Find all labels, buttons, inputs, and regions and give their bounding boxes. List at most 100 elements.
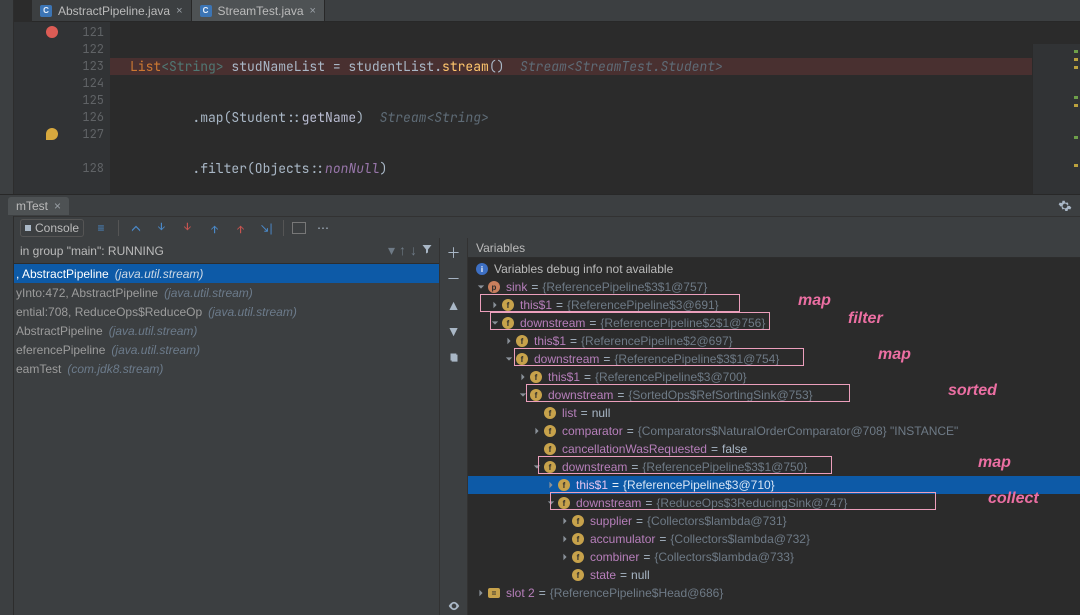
variable-value: {ReferencePipeline$3$1@757} <box>542 280 707 294</box>
code-area[interactable]: List<String> studNameList = studentList.… <box>110 22 1080 194</box>
remove-watch-icon[interactable]: － <box>445 270 463 288</box>
variables-tree[interactable]: i Variables debug info not available psi… <box>468 258 1080 604</box>
variable-row[interactable]: =slot 2 = {ReferencePipeline$Head@686} <box>468 584 1080 602</box>
annotation-label: map <box>798 292 831 310</box>
field-icon: f <box>544 407 556 419</box>
variable-name: state <box>590 568 616 582</box>
variable-name: slot 2 <box>506 586 535 600</box>
variables-title: Variables <box>468 238 1080 258</box>
annotation-label: map <box>878 346 911 364</box>
close-icon[interactable]: × <box>176 5 182 17</box>
field-icon: f <box>502 299 514 311</box>
dropdown-chevron-icon[interactable]: ▾ <box>388 242 395 259</box>
twisty-placeholder <box>532 408 542 418</box>
chevron-right-icon[interactable] <box>560 534 570 544</box>
console-button[interactable]: Console <box>20 219 84 237</box>
variable-value: {SortedOps$RefSortingSink@753} <box>628 388 812 402</box>
chevron-down-icon[interactable] <box>518 390 528 400</box>
next-frame-icon[interactable]: ↓ <box>410 242 417 259</box>
debug-window-header: mTest × <box>0 194 1080 216</box>
variable-value: {ReferencePipeline$3$1@754} <box>614 352 779 366</box>
variable-value: {ReferencePipeline$2@697} <box>581 334 733 348</box>
threads-icon[interactable]: ≡ <box>92 219 110 237</box>
stack-frame[interactable]: AbstractPipeline (java.util.stream) <box>14 321 439 340</box>
stack-frame[interactable]: eferencePipeline (java.util.stream) <box>14 340 439 359</box>
field-icon: f <box>544 443 556 455</box>
move-up-icon[interactable]: ▲ <box>445 296 463 314</box>
filter-icon[interactable] <box>421 242 433 259</box>
variable-row[interactable]: fcombiner = {Collectors$lambda@733} <box>468 548 1080 566</box>
drop-frame-icon[interactable] <box>231 219 249 237</box>
variable-row[interactable]: fthis$1 = {ReferencePipeline$2@697} <box>468 332 1080 350</box>
field-icon: f <box>558 497 570 509</box>
evaluate-expression-icon[interactable] <box>292 222 306 234</box>
chevron-down-icon[interactable] <box>546 498 556 508</box>
tab-streamtest[interactable]: C StreamTest.java × <box>192 0 325 21</box>
chevron-right-icon[interactable] <box>504 336 514 346</box>
error-stripe-minimap[interactable] <box>1032 44 1080 194</box>
stack-frame[interactable]: ential:708, ReduceOps$ReduceOp (java.uti… <box>14 302 439 321</box>
variable-name: downstream <box>520 316 585 330</box>
stack-frame[interactable]: , AbstractPipeline (java.util.stream) <box>14 264 439 283</box>
trace-current-stream-chain-icon[interactable]: ⋯ <box>314 219 332 237</box>
run-to-cursor-icon[interactable]: ↘| <box>257 219 275 237</box>
variable-row[interactable]: fthis$1 = {ReferencePipeline$3@691} <box>468 296 1080 314</box>
frames-panel: in group "main": RUNNING ▾ ↑ ↓ , Abstrac… <box>0 238 440 615</box>
variable-value: null <box>631 568 650 582</box>
variable-row[interactable]: fdownstream = {ReferencePipeline$2$1@756… <box>468 314 1080 332</box>
variable-name: cancellationWasRequested <box>562 442 707 456</box>
new-watch-icon[interactable]: ＋ <box>445 244 463 262</box>
move-down-icon[interactable]: ▼ <box>445 322 463 340</box>
code-editor[interactable]: 121 122 123 124 125 126 127 128 List<Str… <box>14 22 1080 194</box>
line-gutter[interactable]: 121 122 123 124 125 126 127 128 <box>14 22 110 194</box>
variable-row[interactable]: fcomparator = {Comparators$NaturalOrderC… <box>468 422 1080 440</box>
gear-icon[interactable] <box>1058 199 1072 213</box>
twisty-placeholder <box>532 444 542 454</box>
variable-name: downstream <box>562 460 627 474</box>
intention-bulb-icon[interactable] <box>46 128 58 140</box>
step-out-icon[interactable] <box>205 219 223 237</box>
variable-value: {ReferencePipeline$Head@686} <box>550 586 724 600</box>
chevron-right-icon[interactable] <box>518 372 528 382</box>
variable-row[interactable]: faccumulator = {Collectors$lambda@732} <box>468 530 1080 548</box>
field-icon: f <box>516 353 528 365</box>
variable-value: {ReferencePipeline$3@691} <box>567 298 719 312</box>
force-step-into-icon[interactable] <box>179 219 197 237</box>
prev-frame-icon[interactable]: ↑ <box>399 242 406 259</box>
copy-icon[interactable] <box>445 348 463 366</box>
chevron-right-icon[interactable] <box>490 300 500 310</box>
chevron-right-icon[interactable] <box>532 426 542 436</box>
field-icon: f <box>530 389 542 401</box>
step-over-icon[interactable] <box>127 219 145 237</box>
tab-abstractpipeline[interactable]: C AbstractPipeline.java × <box>32 0 192 21</box>
chevron-down-icon[interactable] <box>490 318 500 328</box>
variables-toolbar: ＋ － ▲ ▼ <box>440 238 468 615</box>
breakpoint-icon[interactable] <box>46 26 58 38</box>
chevron-right-icon[interactable] <box>560 516 570 526</box>
variable-row[interactable]: psink = {ReferencePipeline$3$1@757} <box>468 278 1080 296</box>
step-into-icon[interactable] <box>153 219 171 237</box>
chevron-down-icon[interactable] <box>504 354 514 364</box>
chevron-down-icon[interactable] <box>476 282 486 292</box>
chevron-right-icon[interactable] <box>476 588 486 598</box>
close-icon[interactable]: × <box>310 5 316 17</box>
variable-row[interactable]: fsupplier = {Collectors$lambda@731} <box>468 512 1080 530</box>
chevron-down-icon[interactable] <box>532 462 542 472</box>
stack-frame[interactable]: eamTest (com.jdk8.stream) <box>14 359 439 378</box>
twisty-placeholder <box>560 570 570 580</box>
variable-name: downstream <box>548 388 613 402</box>
close-icon[interactable]: × <box>54 199 61 213</box>
show-watches-icon[interactable] <box>445 597 463 615</box>
variable-row[interactable]: flist = null <box>468 404 1080 422</box>
chevron-right-icon[interactable] <box>546 480 556 490</box>
variable-value: {ReferencePipeline$3@700} <box>595 370 747 384</box>
thread-selector[interactable]: in group "main": RUNNING ▾ ↑ ↓ <box>14 238 439 264</box>
chevron-right-icon[interactable] <box>560 552 570 562</box>
debug-session-tab[interactable]: mTest × <box>8 197 69 215</box>
stack-frame[interactable]: yInto:472, AbstractPipeline (java.util.s… <box>14 283 439 302</box>
variable-row[interactable]: fstate = null <box>468 566 1080 584</box>
java-class-icon: C <box>200 5 212 17</box>
debug-side-toolbar[interactable] <box>0 238 14 615</box>
frames-list[interactable]: , AbstractPipeline (java.util.stream)yIn… <box>14 264 439 615</box>
variable-row[interactable]: fdownstream = {ReferencePipeline$3$1@754… <box>468 350 1080 368</box>
